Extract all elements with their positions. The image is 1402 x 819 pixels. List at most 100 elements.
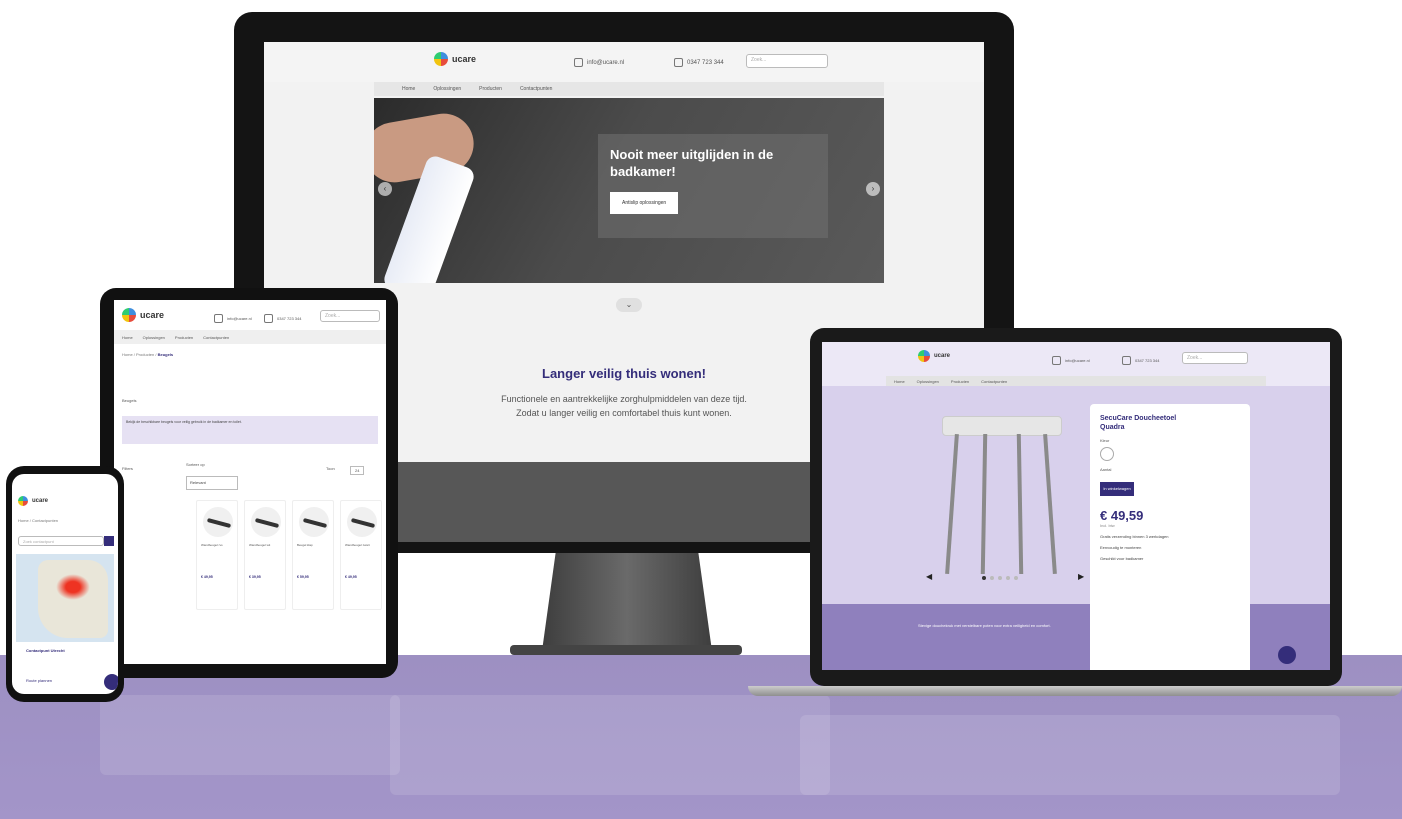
logo-icon	[18, 496, 28, 506]
phone-logo[interactable]: ucare	[18, 496, 48, 506]
nav-contactpunten[interactable]: Contactpunten	[981, 379, 1007, 384]
site-header: ucare info@ucare.nl 0347 723 344 Zoek...	[264, 42, 984, 82]
add-to-cart-button[interactable]: In winkelwagen	[1100, 482, 1134, 496]
product-image-stool	[942, 416, 1062, 586]
laptop-search-input[interactable]: Zoek...	[1182, 352, 1248, 364]
phone-link[interactable]: 0347 723 344	[674, 58, 724, 67]
nav-home[interactable]: Home	[402, 86, 415, 92]
nav-contactpunten[interactable]: Contactpunten	[203, 335, 229, 340]
logo-icon	[434, 52, 448, 66]
mail-icon	[1052, 356, 1061, 365]
product-price: € 49,59	[1100, 508, 1144, 523]
product-price: € 49,95	[345, 575, 357, 579]
nav-producten[interactable]: Producten	[175, 335, 193, 340]
laptop-screen: ucare info@ucare.nl 0347 723 344 Zoek...…	[822, 342, 1330, 670]
product-card[interactable]: Wandbeugel wit € 39,95	[244, 500, 286, 610]
hero-title: Nooit meer uitglijden in de badkamer!	[610, 147, 774, 179]
feature-item: Eenvoudig te monteren	[1100, 545, 1142, 550]
product-price: € 59,95	[297, 575, 309, 579]
logo-icon	[122, 308, 136, 322]
laptop-device: ucare info@ucare.nl 0347 723 344 Zoek...…	[810, 328, 1342, 686]
quantity-label: Aantal	[1100, 467, 1112, 472]
tablet-device: ucare info@ucare.nl 0347 723 344 Zoek...…	[100, 288, 398, 678]
breadcrumb-current: Beugels	[157, 352, 174, 357]
filter-label[interactable]: Filters	[122, 466, 133, 471]
result-title[interactable]: Contactpunt Utrecht	[26, 648, 65, 653]
monitor-reflection	[390, 695, 830, 795]
nav-home[interactable]: Home	[122, 335, 133, 340]
product-card: SecuCare Doucheetoel Quadra Kleur Aantal…	[1090, 404, 1250, 670]
product-title: Wandbeugel zwart	[345, 543, 370, 547]
product-card[interactable]: Wandbeugel zwart € 49,95	[340, 500, 382, 610]
breadcrumb-products[interactable]: Producten	[136, 352, 154, 357]
contact-map[interactable]	[16, 554, 114, 642]
nav-oplossingen[interactable]: Oplossingen	[143, 335, 165, 340]
nav-oplossingen[interactable]: Oplossingen	[433, 86, 461, 92]
tablet-email-link[interactable]: info@ucare.nl	[214, 314, 252, 323]
logo-icon	[918, 350, 930, 362]
nav-home[interactable]: Home	[894, 379, 905, 384]
phone-icon	[674, 58, 683, 67]
phone-icon	[1122, 356, 1131, 365]
product-card[interactable]: Wandbeugel rvs € 49,95	[196, 500, 238, 610]
breadcrumb-home[interactable]: Home	[122, 352, 133, 357]
product-title: SecuCare Doucheetoel Quadra	[1100, 415, 1177, 431]
chat-icon[interactable]	[1278, 646, 1296, 664]
nav-producten[interactable]: Producten	[951, 379, 969, 384]
scroll-down-chevron-icon[interactable]: ⌄	[616, 298, 642, 312]
search-icon[interactable]	[104, 536, 114, 546]
hero-prev-arrow-icon[interactable]: ‹	[378, 182, 392, 196]
product-title: Wandbeugel rvs	[201, 543, 223, 547]
phone-icon	[264, 314, 273, 323]
mail-icon	[574, 58, 583, 67]
carousel-prev-icon[interactable]: ◀	[926, 572, 932, 581]
hero-textbox: Nooit meer uitglijden in de badkamer! An…	[598, 134, 828, 238]
product-price: € 39,95	[249, 575, 261, 579]
laptop-base	[748, 686, 1402, 696]
laptop-nav: Home Oplossingen Producten Contactpunten	[886, 376, 1266, 386]
hero-banner: Nooit meer uitglijden in de badkamer! An…	[374, 98, 884, 283]
product-card[interactable]: Beugel klap € 59,95	[292, 500, 334, 610]
feature-item: Geschikt voor badkamer	[1100, 556, 1144, 561]
phone-search-input[interactable]: Zoek contactpunt	[18, 536, 104, 546]
price-note: Incl. btw	[1100, 523, 1115, 528]
route-link[interactable]: Route plannen	[26, 678, 52, 683]
mail-icon	[214, 314, 223, 323]
product-title: Wandbeugel wit	[249, 543, 271, 547]
tablet-logo[interactable]: ucare	[122, 308, 164, 322]
chat-icon[interactable]	[104, 674, 118, 690]
tablet-screen: ucare info@ucare.nl 0347 723 344 Zoek...…	[114, 300, 386, 664]
product-image	[251, 507, 281, 537]
product-price: € 49,95	[201, 575, 213, 579]
laptop-email-link[interactable]: info@ucare.nl	[1052, 356, 1090, 365]
product-bottom-band	[822, 604, 1330, 670]
laptop-logo[interactable]: ucare	[918, 350, 950, 362]
monitor-stand	[510, 553, 742, 661]
phone-breadcrumb: Home / Contactpunten	[18, 518, 59, 523]
sort-select[interactable]: Relevant	[186, 476, 238, 490]
search-input[interactable]: Zoek...	[746, 54, 828, 68]
show-select[interactable]: 24	[350, 466, 365, 475]
product-image	[347, 507, 377, 537]
nav-producten[interactable]: Producten	[479, 86, 502, 92]
tablet-phone-link[interactable]: 0347 723 344	[264, 314, 301, 323]
hero-next-arrow-icon[interactable]: ›	[866, 182, 880, 196]
show-label: Toon	[326, 466, 335, 471]
nav-oplossingen[interactable]: Oplossingen	[917, 379, 939, 384]
tablet-search-input[interactable]: Zoek...	[320, 310, 380, 322]
carousel-dots[interactable]	[982, 576, 1018, 580]
section-title: Beugels	[122, 398, 137, 403]
laptop-phone-link[interactable]: 0347 723 344	[1122, 356, 1159, 365]
map-pins	[56, 574, 90, 600]
nav-contactpunten[interactable]: Contactpunten	[520, 86, 553, 92]
color-swatch[interactable]	[1100, 447, 1114, 461]
carousel-next-icon[interactable]: ▶	[1078, 572, 1084, 581]
email-link[interactable]: info@ucare.nl	[574, 58, 624, 67]
phone-device: ucare Home / Contactpunten Zoek contactp…	[6, 466, 124, 702]
sort-label: Sorteer op	[186, 462, 205, 467]
site-logo[interactable]: ucare	[434, 52, 476, 66]
laptop-reflection	[800, 715, 1340, 795]
tablet-reflection	[100, 695, 400, 775]
product-image	[299, 507, 329, 537]
hero-cta-button[interactable]: Antislip oplossingen	[610, 192, 679, 214]
